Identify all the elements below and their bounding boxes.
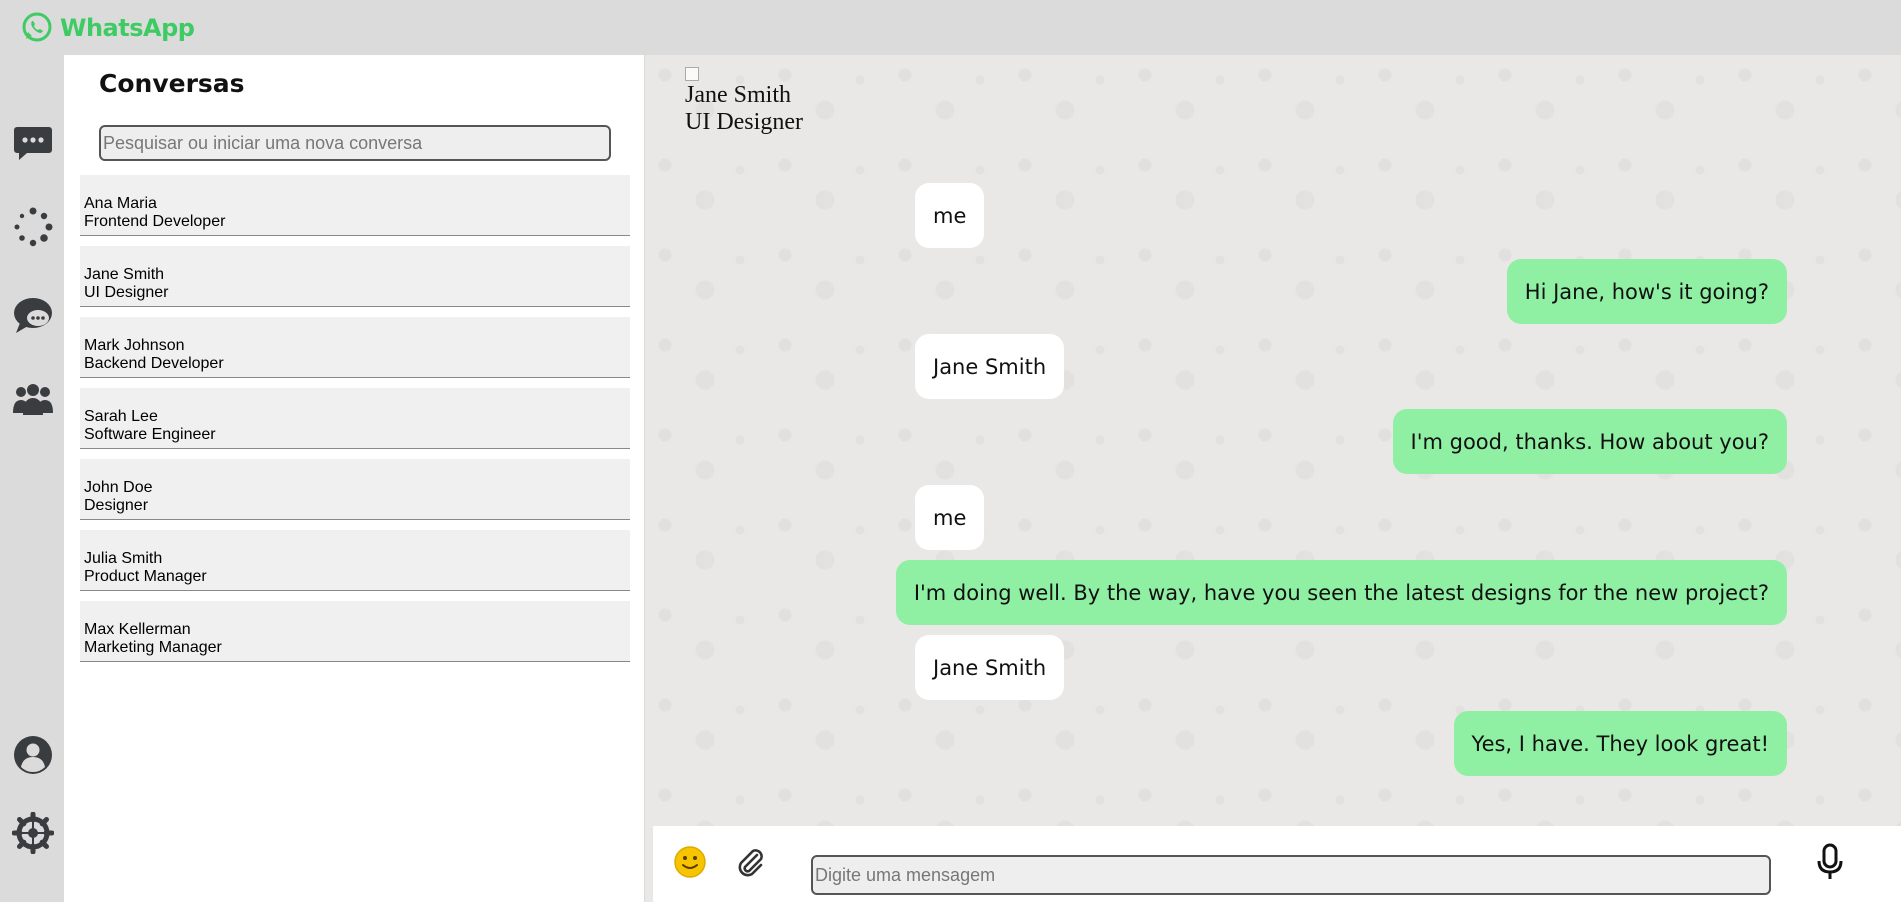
profile-icon[interactable] (10, 732, 56, 778)
contact-avatar (685, 67, 699, 81)
contact-name: Sarah Lee (84, 408, 158, 425)
message-incoming: me (915, 183, 985, 248)
message-incoming: Jane Smith (915, 635, 1065, 700)
contact-role: Designer (84, 497, 149, 514)
conversation-item[interactable]: Jane Smith UI Designer (80, 246, 630, 307)
contact-role: UI Designer (84, 284, 169, 301)
message-outgoing: Hi Jane, how's it going? (1506, 259, 1787, 324)
contact-role: Marketing Manager (84, 639, 222, 656)
emoji-icon[interactable] (670, 842, 710, 882)
contact-name: Jane Smith (84, 266, 165, 283)
microphone-icon[interactable] (1810, 842, 1850, 882)
message-outgoing: I'm doing well. By the way, have you see… (895, 560, 1787, 625)
attach-icon[interactable] (730, 842, 770, 882)
contact-role: Software Engineer (84, 426, 216, 443)
conversations-panel: Conversas Ana Maria Frontend Developer J… (64, 55, 644, 902)
status-icon[interactable] (10, 204, 56, 250)
communities-icon[interactable] (10, 378, 56, 424)
conversation-list: Ana Maria Frontend Developer Jane Smith … (80, 175, 630, 672)
message-incoming: me (915, 485, 985, 550)
app-name: WhatsApp (60, 14, 195, 42)
chat-header[interactable]: Jane Smith UI Designer (685, 67, 803, 136)
conversation-item[interactable]: Ana Maria Frontend Developer (80, 175, 630, 236)
search-input[interactable] (99, 125, 611, 161)
conversation-item[interactable]: John Doe Designer (80, 459, 630, 520)
conversation-item[interactable]: Max Kellerman Marketing Manager (80, 601, 630, 662)
contact-name: John Doe (84, 479, 153, 496)
whatsapp-logo-icon (22, 12, 52, 42)
chat-contact-role: UI Designer (685, 109, 803, 135)
contact-role: Product Manager (84, 568, 207, 585)
contact-role: Frontend Developer (84, 213, 226, 230)
message-composer (653, 826, 1901, 902)
conversation-item[interactable]: Mark Johnson Backend Developer (80, 317, 630, 378)
chats-icon[interactable] (10, 120, 56, 166)
conversation-item[interactable]: Sarah Lee Software Engineer (80, 388, 630, 449)
contact-name: Mark Johnson (84, 337, 185, 354)
message-input[interactable] (811, 855, 1771, 895)
message-outgoing: I'm good, thanks. How about you? (1392, 409, 1787, 474)
contact-name: Max Kellerman (84, 621, 191, 638)
contact-name: Ana Maria (84, 195, 157, 212)
channels-icon[interactable] (10, 293, 56, 339)
settings-icon[interactable] (10, 810, 56, 856)
conversations-title: Conversas (99, 69, 245, 98)
message-outgoing: Yes, I have. They look great! (1453, 711, 1787, 776)
chat-panel: Jane Smith UI Designer me Hi Jane, how's… (645, 55, 1901, 902)
whatsapp-logo: WhatsApp (20, 10, 195, 46)
message-incoming: Jane Smith (915, 334, 1065, 399)
contact-name: Julia Smith (84, 550, 163, 567)
conversation-item[interactable]: Julia Smith Product Manager (80, 530, 630, 591)
chat-contact-name: Jane Smith (685, 82, 791, 108)
contact-role: Backend Developer (84, 355, 224, 372)
